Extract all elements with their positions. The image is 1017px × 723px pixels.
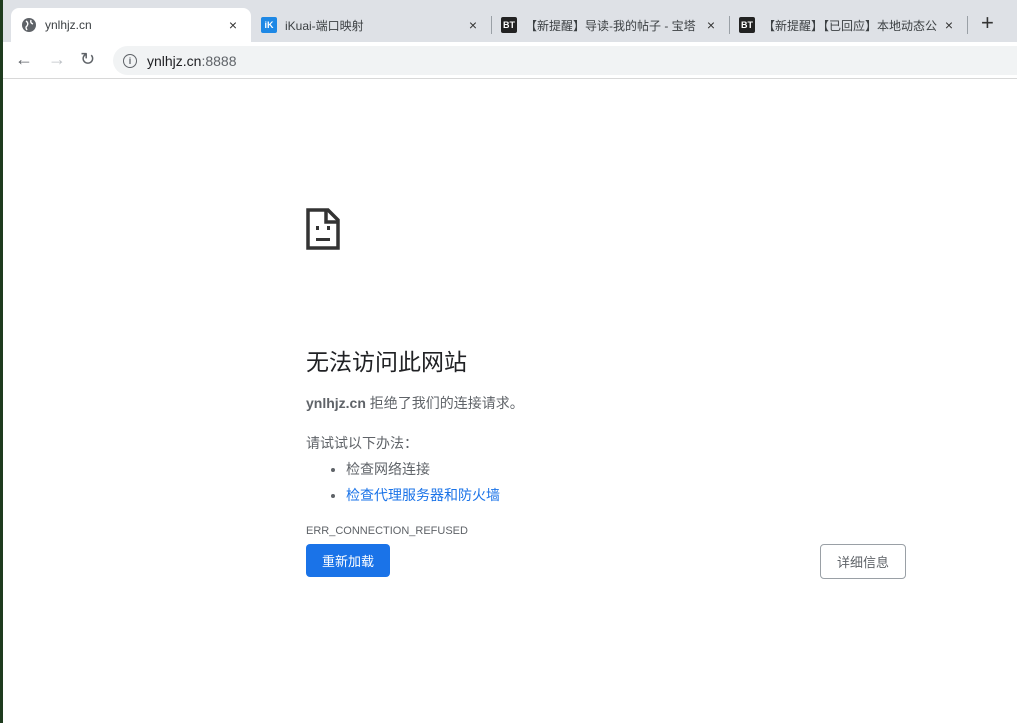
forward-button[interactable]: → (48, 49, 66, 70)
tab-title: 【新提醒】导读-我的帖子 - 宝塔 (525, 18, 696, 33)
tab-bt-2[interactable]: BT 【新提醒】【已回应】本地动态公 × (729, 8, 967, 42)
ikuai-icon: iK (261, 17, 277, 33)
proxy-firewall-link[interactable]: 检查代理服务器和防火墙 (346, 487, 500, 503)
suggestion-list: 检查网络连接 检查代理服务器和防火墙 (346, 459, 906, 505)
bt-icon: BT (739, 17, 755, 33)
tab-ikuai[interactable]: iK iKuai-端口映射 × (251, 8, 491, 42)
suggestion-item: 检查网络连接 (346, 459, 906, 479)
close-tab-icon[interactable]: × (465, 17, 481, 33)
error-host: ynlhjz.cn (306, 395, 366, 411)
error-title: 无法访问此网站 (306, 349, 467, 375)
globe-icon (21, 17, 37, 33)
close-tab-icon[interactable]: × (941, 17, 957, 33)
error-code: ERR_CONNECTION_REFUSED (306, 525, 468, 537)
reload-button[interactable]: ↻ (80, 49, 95, 70)
info-icon[interactable]: i (123, 53, 137, 68)
tab-strip: ynlhjz.cn × iK iKuai-端口映射 × BT 【新提醒】导读-我… (3, 0, 1017, 42)
close-tab-icon[interactable]: × (225, 17, 241, 33)
details-button[interactable]: 详细信息 (820, 544, 906, 579)
tab-title: ynlhjz.cn (45, 18, 92, 32)
bt-icon: BT (501, 17, 517, 33)
new-tab-button[interactable]: + (981, 10, 994, 36)
tab-title: iKuai-端口映射 (285, 18, 364, 33)
sad-page-icon (306, 208, 340, 250)
url-host: ynlhjz.cn (147, 52, 202, 69)
close-tab-icon[interactable]: × (703, 17, 719, 33)
window-edge (0, 0, 3, 723)
suggestion-heading: 请试试以下办法： (306, 435, 418, 451)
tab-bt-1[interactable]: BT 【新提醒】导读-我的帖子 - 宝塔 × (491, 8, 729, 42)
error-page: 无法访问此网站 ynlhjz.cn 拒绝了我们的连接请求。 请试试以下办法： 检… (306, 208, 906, 537)
toolbar: ← → ↻ i ynlhjz.cn:8888 (3, 42, 1017, 79)
url-port: :8888 (201, 52, 237, 69)
reload-page-button[interactable]: 重新加载 (306, 544, 390, 577)
tab-title: 【新提醒】【已回应】本地动态公 (763, 18, 938, 33)
error-message: ynlhjz.cn 拒绝了我们的连接请求。 (306, 393, 906, 413)
back-button[interactable]: ← (15, 49, 33, 70)
tab-ynlhjz[interactable]: ynlhjz.cn × (11, 8, 251, 42)
suggestion-item: 检查代理服务器和防火墙 (346, 485, 906, 505)
suggestion-text: 检查网络连接 (346, 461, 430, 477)
error-message-text: 拒绝了我们的连接请求。 (365, 395, 524, 411)
address-bar[interactable]: i ynlhjz.cn:8888 (113, 46, 1017, 75)
